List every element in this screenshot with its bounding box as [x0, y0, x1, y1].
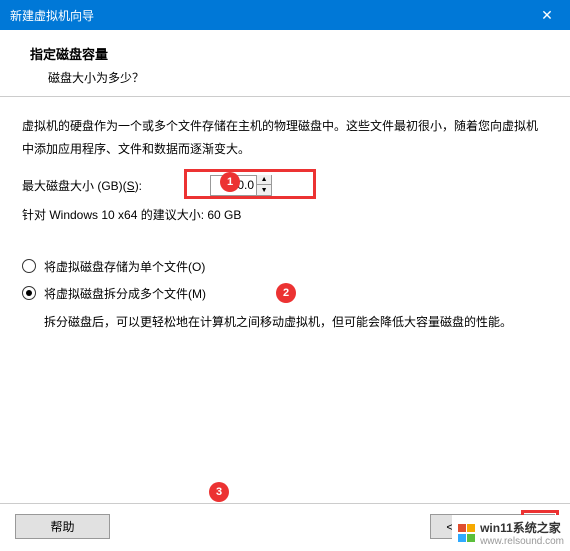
storage-radio-group: 将虚拟磁盘存储为单个文件(O) 将虚拟磁盘拆分成多个文件(M) 拆分磁盘后，可以…: [22, 253, 548, 334]
watermark-url: www.relsound.com: [480, 536, 564, 547]
titlebar: 新建虚拟机向导 ✕: [0, 0, 570, 30]
radio-single-file[interactable]: 将虚拟磁盘存储为单个文件(O): [22, 253, 548, 280]
close-button[interactable]: ✕: [524, 0, 570, 30]
watermark: win11系统之家 www.relsound.com: [452, 515, 570, 551]
disk-size-row: 最大磁盘大小 (GB)(S): ▲ ▼ 1: [22, 175, 548, 196]
radio-icon-unselected: [22, 259, 36, 273]
page-title: 指定磁盘容量: [30, 44, 550, 63]
annotation-badge-2: 2: [276, 283, 296, 303]
wizard-content: 虚拟机的硬盘作为一个或多个文件存储在主机的物理磁盘中。这些文件最初很小，随着您向…: [0, 97, 570, 333]
description-text: 虚拟机的硬盘作为一个或多个文件存储在主机的物理磁盘中。这些文件最初很小，随着您向…: [22, 115, 548, 161]
annotation-badge-1: 1: [220, 172, 240, 192]
recommended-size-text: 针对 Windows 10 x64 的建议大小: 60 GB: [22, 206, 548, 223]
radio-single-label: 将虚拟磁盘存储为单个文件(O): [44, 258, 205, 275]
help-button[interactable]: 帮助: [15, 514, 110, 539]
page-subtitle: 磁盘大小为多少？: [30, 69, 550, 86]
annotation-badge-3: 3: [209, 482, 229, 502]
disk-size-spinner[interactable]: ▲ ▼: [210, 175, 272, 196]
radio-split-label: 将虚拟磁盘拆分成多个文件(M): [44, 285, 206, 302]
radio-icon-selected: [22, 286, 36, 300]
window-title: 新建虚拟机向导: [10, 7, 94, 24]
spin-up-button[interactable]: ▲: [257, 175, 271, 185]
windows-logo-icon: [458, 524, 476, 542]
split-description: 拆分磁盘后，可以更轻松地在计算机之间移动虚拟机，但可能会降低大容量磁盘的性能。: [22, 311, 548, 334]
disk-size-label: 最大磁盘大小 (GB)(S):: [22, 177, 142, 194]
watermark-title: win11系统之家: [480, 519, 564, 536]
wizard-header: 指定磁盘容量 磁盘大小为多少？: [0, 30, 570, 97]
spin-down-button[interactable]: ▼: [257, 185, 271, 195]
